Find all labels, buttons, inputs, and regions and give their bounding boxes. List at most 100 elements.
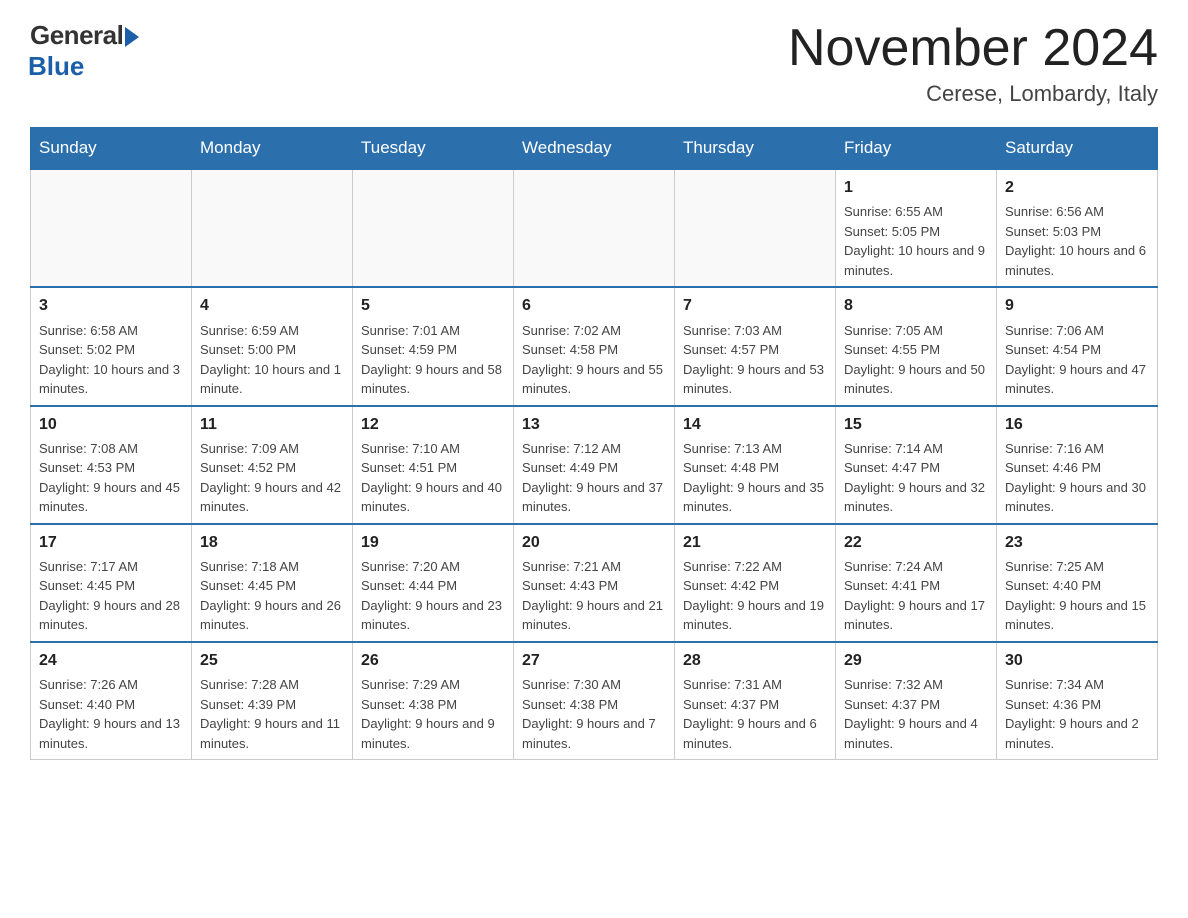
day-number: 9 — [1005, 294, 1149, 317]
cell-info: Sunrise: 7:16 AM Sunset: 4:46 PM Dayligh… — [1005, 439, 1149, 517]
calendar-cell: 3Sunrise: 6:58 AM Sunset: 5:02 PM Daylig… — [31, 287, 192, 405]
calendar-cell: 21Sunrise: 7:22 AM Sunset: 4:42 PM Dayli… — [675, 524, 836, 642]
logo: General Blue — [30, 20, 139, 82]
day-number: 1 — [844, 176, 988, 199]
cell-info: Sunrise: 7:18 AM Sunset: 4:45 PM Dayligh… — [200, 557, 344, 635]
calendar-cell: 23Sunrise: 7:25 AM Sunset: 4:40 PM Dayli… — [997, 524, 1158, 642]
cell-info: Sunrise: 7:25 AM Sunset: 4:40 PM Dayligh… — [1005, 557, 1149, 635]
calendar-cell: 24 Sunrise: 7:26 AM Sunset: 4:40 PM Dayli… — [31, 642, 192, 760]
day-number: 27 — [522, 649, 666, 672]
cell-info: Sunrise: 7:14 AM Sunset: 4:47 PM Dayligh… — [844, 439, 988, 517]
cell-info: Sunrise: 7:01 AM Sunset: 4:59 PM Dayligh… — [361, 321, 505, 399]
day-header-saturday: Saturday — [997, 128, 1158, 170]
week-row-4: 17 Sunrise: 7:17 AM Sunset: 4:45 PM Dayli… — [31, 524, 1158, 642]
cell-info: Sunrise: 7:02 AM Sunset: 4:58 PM Dayligh… — [522, 321, 666, 399]
calendar-cell: 29 Sunrise: 7:32 AM Sunset: 4:37 PM Dayli… — [836, 642, 997, 760]
cell-info: Sunrise: 6:55 AM Sunset: 5:05 PM Dayligh… — [844, 202, 988, 280]
cell-info: Sunrise: 7:31 AM Sunset: 4:37 PM Dayligh… — [683, 675, 827, 753]
day-number: 30 — [1005, 649, 1149, 672]
calendar-cell: 2 Sunrise: 6:56 AM Sunset: 5:03 PM Daylig… — [997, 169, 1158, 287]
calendar-cell: 22 Sunrise: 7:24 AM Sunset: 4:41 PM Dayli… — [836, 524, 997, 642]
week-row-2: 3Sunrise: 6:58 AM Sunset: 5:02 PM Daylig… — [31, 287, 1158, 405]
day-number: 16 — [1005, 413, 1149, 436]
day-number: 7 — [683, 294, 827, 317]
calendar-cell: 5 Sunrise: 7:01 AM Sunset: 4:59 PM Daylig… — [353, 287, 514, 405]
cell-info: Sunrise: 7:20 AM Sunset: 4:44 PM Dayligh… — [361, 557, 505, 635]
day-number: 29 — [844, 649, 988, 672]
calendar-cell: 1 Sunrise: 6:55 AM Sunset: 5:05 PM Daylig… — [836, 169, 997, 287]
cell-info: Sunrise: 7:32 AM Sunset: 4:37 PM Dayligh… — [844, 675, 988, 753]
cell-info: Sunrise: 7:24 AM Sunset: 4:41 PM Dayligh… — [844, 557, 988, 635]
day-number: 14 — [683, 413, 827, 436]
cell-info: Sunrise: 7:17 AM Sunset: 4:45 PM Dayligh… — [39, 557, 183, 635]
day-number: 11 — [200, 413, 344, 436]
cell-info: Sunrise: 7:05 AM Sunset: 4:55 PM Dayligh… — [844, 321, 988, 399]
calendar-cell: 30 Sunrise: 7:34 AM Sunset: 4:36 PM Dayli… — [997, 642, 1158, 760]
day-header-friday: Friday — [836, 128, 997, 170]
location-title: Cerese, Lombardy, Italy — [788, 81, 1158, 107]
calendar-cell: 7 Sunrise: 7:03 AM Sunset: 4:57 PM Daylig… — [675, 287, 836, 405]
calendar-cell — [192, 169, 353, 287]
day-number: 6 — [522, 294, 666, 317]
cell-info: Sunrise: 7:34 AM Sunset: 4:36 PM Dayligh… — [1005, 675, 1149, 753]
day-header-monday: Monday — [192, 128, 353, 170]
logo-arrow-icon — [125, 27, 139, 47]
day-number: 4 — [200, 294, 344, 317]
logo-blue-text: Blue — [28, 51, 84, 82]
calendar-cell: 9Sunrise: 7:06 AM Sunset: 4:54 PM Daylig… — [997, 287, 1158, 405]
calendar-cell — [353, 169, 514, 287]
cell-info: Sunrise: 7:21 AM Sunset: 4:43 PM Dayligh… — [522, 557, 666, 635]
page-header: General Blue November 2024 Cerese, Lomba… — [30, 20, 1158, 107]
calendar-cell: 8 Sunrise: 7:05 AM Sunset: 4:55 PM Daylig… — [836, 287, 997, 405]
cell-info: Sunrise: 7:28 AM Sunset: 4:39 PM Dayligh… — [200, 675, 344, 753]
calendar-cell: 25Sunrise: 7:28 AM Sunset: 4:39 PM Dayli… — [192, 642, 353, 760]
day-number: 19 — [361, 531, 505, 554]
calendar-cell: 26Sunrise: 7:29 AM Sunset: 4:38 PM Dayli… — [353, 642, 514, 760]
day-number: 17 — [39, 531, 183, 554]
week-row-1: 1 Sunrise: 6:55 AM Sunset: 5:05 PM Daylig… — [31, 169, 1158, 287]
day-number: 5 — [361, 294, 505, 317]
calendar-cell: 15 Sunrise: 7:14 AM Sunset: 4:47 PM Dayli… — [836, 406, 997, 524]
cell-info: Sunrise: 7:30 AM Sunset: 4:38 PM Dayligh… — [522, 675, 666, 753]
header-row: SundayMondayTuesdayWednesdayThursdayFrid… — [31, 128, 1158, 170]
calendar-cell: 13Sunrise: 7:12 AM Sunset: 4:49 PM Dayli… — [514, 406, 675, 524]
calendar-cell: 10 Sunrise: 7:08 AM Sunset: 4:53 PM Dayli… — [31, 406, 192, 524]
calendar-table: SundayMondayTuesdayWednesdayThursdayFrid… — [30, 127, 1158, 760]
calendar-cell — [514, 169, 675, 287]
day-number: 10 — [39, 413, 183, 436]
day-number: 22 — [844, 531, 988, 554]
calendar-cell: 4 Sunrise: 6:59 AM Sunset: 5:00 PM Daylig… — [192, 287, 353, 405]
calendar-cell: 17 Sunrise: 7:17 AM Sunset: 4:45 PM Dayli… — [31, 524, 192, 642]
cell-info: Sunrise: 6:56 AM Sunset: 5:03 PM Dayligh… — [1005, 202, 1149, 280]
day-number: 28 — [683, 649, 827, 672]
day-number: 8 — [844, 294, 988, 317]
calendar-cell: 11 Sunrise: 7:09 AM Sunset: 4:52 PM Dayli… — [192, 406, 353, 524]
month-title: November 2024 — [788, 20, 1158, 77]
day-number: 18 — [200, 531, 344, 554]
day-header-sunday: Sunday — [31, 128, 192, 170]
cell-info: Sunrise: 6:58 AM Sunset: 5:02 PM Dayligh… — [39, 321, 183, 399]
day-number: 15 — [844, 413, 988, 436]
calendar-cell: 14 Sunrise: 7:13 AM Sunset: 4:48 PM Dayli… — [675, 406, 836, 524]
cell-info: Sunrise: 7:26 AM Sunset: 4:40 PM Dayligh… — [39, 675, 183, 753]
cell-info: Sunrise: 7:13 AM Sunset: 4:48 PM Dayligh… — [683, 439, 827, 517]
cell-info: Sunrise: 7:03 AM Sunset: 4:57 PM Dayligh… — [683, 321, 827, 399]
calendar-cell: 19 Sunrise: 7:20 AM Sunset: 4:44 PM Dayli… — [353, 524, 514, 642]
calendar-cell: 28 Sunrise: 7:31 AM Sunset: 4:37 PM Dayli… — [675, 642, 836, 760]
logo-general-text: General — [30, 20, 123, 51]
day-header-tuesday: Tuesday — [353, 128, 514, 170]
cell-info: Sunrise: 7:09 AM Sunset: 4:52 PM Dayligh… — [200, 439, 344, 517]
day-number: 12 — [361, 413, 505, 436]
cell-info: Sunrise: 7:08 AM Sunset: 4:53 PM Dayligh… — [39, 439, 183, 517]
title-section: November 2024 Cerese, Lombardy, Italy — [788, 20, 1158, 107]
day-number: 24 — [39, 649, 183, 672]
calendar-cell — [675, 169, 836, 287]
calendar-cell: 18 Sunrise: 7:18 AM Sunset: 4:45 PM Dayli… — [192, 524, 353, 642]
day-number: 13 — [522, 413, 666, 436]
cell-info: Sunrise: 7:29 AM Sunset: 4:38 PM Dayligh… — [361, 675, 505, 753]
calendar-cell — [31, 169, 192, 287]
week-row-5: 24 Sunrise: 7:26 AM Sunset: 4:40 PM Dayli… — [31, 642, 1158, 760]
calendar-cell: 20Sunrise: 7:21 AM Sunset: 4:43 PM Dayli… — [514, 524, 675, 642]
day-number: 2 — [1005, 176, 1149, 199]
cell-info: Sunrise: 6:59 AM Sunset: 5:00 PM Dayligh… — [200, 321, 344, 399]
